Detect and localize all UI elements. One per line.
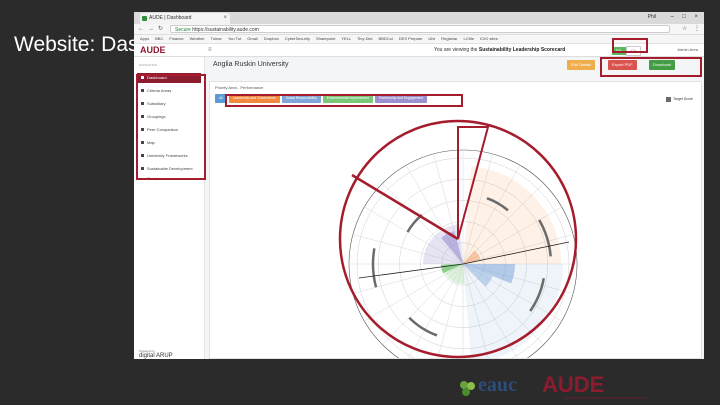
eauc-logo: eauc [478,374,517,396]
highlight-slice-right [457,126,490,240]
highlight-slice-left [351,173,459,241]
eauc-leaf-icon [458,379,478,397]
aude-footer-logo: AUDE [542,372,605,397]
highlight-overlay [338,119,578,359]
aude-footer-sub: ASSOCIATION OF UNIVERSITY DIRECTORS OF E… [565,396,647,400]
